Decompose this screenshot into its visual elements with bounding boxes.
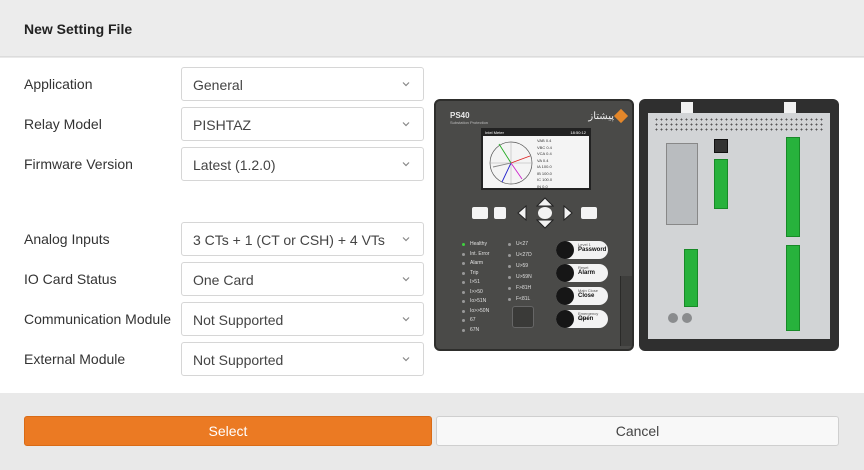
- led-list-right: U<27 U<27D U>59 U>59N F>81H F<81L: [508, 241, 548, 307]
- lcd-row: IN 0.0: [537, 183, 548, 189]
- communication-module-row: Communication Module Not Supported: [0, 302, 430, 336]
- relay-lcd-screen: Intel Meter 18:50:12 VAB 0.4 VBC 0.4 VCA…: [481, 128, 591, 190]
- function-knob: [556, 310, 574, 328]
- lcd-time: 18:50:12: [570, 130, 586, 135]
- communication-module-select[interactable]: Not Supported: [181, 302, 424, 336]
- cancel-button[interactable]: Cancel: [436, 416, 839, 446]
- function-key-open: Emergency Open Open: [556, 310, 608, 328]
- application-label: Application: [24, 76, 93, 92]
- external-module-value: Not Supported: [193, 352, 284, 368]
- chevron-down-icon: [402, 122, 410, 127]
- arrow-down-icon: [536, 219, 554, 229]
- io-card-status-label: IO Card Status: [24, 271, 117, 287]
- led-item: U<27D: [508, 252, 548, 263]
- enter-key: [581, 207, 597, 219]
- lcd-menu-label: Intel Meter: [485, 130, 504, 135]
- analog-inputs-label: Analog Inputs: [24, 231, 110, 247]
- relay-model-select[interactable]: PISHTAZ: [181, 107, 424, 141]
- function-key-label: Alarm: [578, 270, 596, 276]
- usb-port-icon: [512, 306, 534, 328]
- function-key-close: Main Close Close: [556, 287, 608, 305]
- led-item: F>81H: [508, 285, 548, 296]
- io-card-status-select[interactable]: One Card: [181, 262, 424, 296]
- function-key-label: Password: [578, 247, 607, 253]
- function-key-label: Close: [578, 293, 595, 299]
- led-item: U<27: [508, 241, 548, 252]
- ct-terminal-block: [666, 143, 698, 225]
- chevron-down-icon: [402, 277, 410, 282]
- terminal-strip: [786, 137, 800, 237]
- relay-subtitle: Substation Protection: [450, 120, 489, 125]
- reset-key: [472, 207, 488, 219]
- terminal-strip: [786, 245, 800, 331]
- lcd-measurements: VAB 0.4 VBC 0.4 VCA 0.4 VA 0.4 IA 100.0 …: [537, 138, 591, 190]
- function-knob: [556, 287, 574, 305]
- chevron-down-icon: [402, 82, 410, 87]
- menu-key: [494, 207, 506, 219]
- ground-screw-icon: [682, 313, 692, 323]
- analog-inputs-select[interactable]: 3 CTs + 1 (CT or CSH) + 4 VTs: [181, 222, 424, 256]
- dialog-footer: Select Cancel: [0, 393, 864, 470]
- io-card-status-value: One Card: [193, 272, 254, 288]
- chevron-down-icon: [402, 357, 410, 362]
- external-module-label: External Module: [24, 351, 126, 367]
- relay-model-badge: PS40: [450, 111, 470, 120]
- phasor-diagram-icon: [489, 141, 533, 185]
- chevron-down-icon: [402, 162, 410, 167]
- io-card-status-row: IO Card Status One Card: [0, 262, 430, 296]
- function-knob: [556, 241, 574, 259]
- external-module-select[interactable]: Not Supported: [181, 342, 424, 376]
- communication-module-label: Communication Module: [24, 311, 172, 327]
- arrow-left-icon: [517, 205, 527, 221]
- function-key-label: Open: [578, 316, 594, 322]
- terminal-strip: [684, 249, 698, 307]
- relay-model-value: PISHTAZ: [193, 117, 252, 133]
- application-row: Application General: [0, 67, 430, 101]
- analog-inputs-row: Analog Inputs 3 CTs + 1 (CT or CSH) + 4 …: [0, 222, 430, 256]
- function-key-alarm: Reset Alarm: [556, 264, 608, 282]
- chevron-down-icon: [402, 237, 410, 242]
- dialog-title: New Setting File: [24, 21, 133, 37]
- relay-front-image: PS40 Substation Protection پیشتاز Intel …: [434, 99, 634, 351]
- communication-module-value: Not Supported: [193, 312, 284, 328]
- analog-inputs-value: 3 CTs + 1 (CT or CSH) + 4 VTs: [193, 232, 385, 248]
- firmware-version-select[interactable]: Latest (1.2.0): [181, 147, 424, 181]
- led-item: U>59: [508, 263, 548, 274]
- led-item: U>59N: [508, 274, 548, 285]
- firmware-version-row: Firmware Version Latest (1.2.0): [0, 147, 430, 181]
- ground-screw-icon: [668, 313, 678, 323]
- brand-logo: پیشتاز: [588, 111, 614, 122]
- firmware-version-value: Latest (1.2.0): [193, 157, 276, 173]
- side-handle: [620, 276, 632, 346]
- function-knob: [556, 264, 574, 282]
- relay-rear-image: [639, 99, 839, 351]
- application-select[interactable]: General: [181, 67, 424, 101]
- ethernet-port-icon: [714, 139, 728, 153]
- rear-plate: [648, 113, 830, 339]
- function-key-password: Level 1 Password: [556, 241, 608, 259]
- firmware-version-label: Firmware Version: [24, 156, 133, 172]
- relay-model-row: Relay Model PISHTAZ: [0, 107, 430, 141]
- select-button[interactable]: Select: [24, 416, 432, 446]
- led-item: 67N: [462, 327, 522, 337]
- chevron-down-icon: [402, 317, 410, 322]
- vent-holes: [654, 117, 824, 133]
- terminal-strip: [714, 159, 728, 209]
- relay-model-label: Relay Model: [24, 116, 102, 132]
- dialog-header: New Setting File: [0, 0, 864, 57]
- brand-mark-icon: [613, 108, 629, 124]
- external-module-row: External Module Not Supported: [0, 342, 430, 376]
- application-value: General: [193, 77, 243, 93]
- arrow-right-icon: [563, 205, 573, 221]
